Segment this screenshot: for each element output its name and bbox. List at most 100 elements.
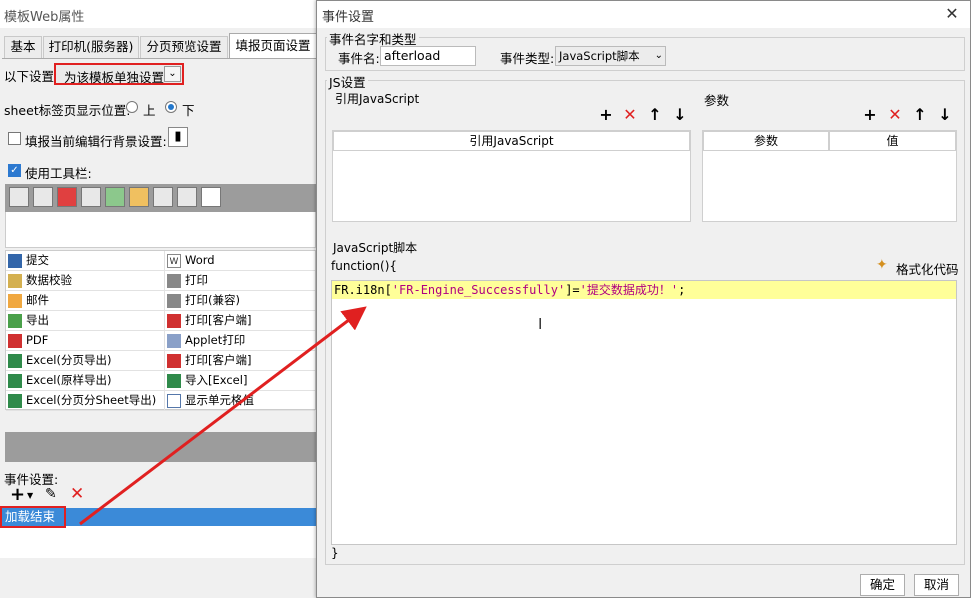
function-open: function(){ [331,259,398,273]
table-row[interactable]: Excel(原样导出) [6,371,164,391]
pdf-icon [8,334,22,348]
event-type-select[interactable]: JavaScript脚本 ⌄ [555,46,666,66]
chevron-down-icon[interactable]: ⌄ [655,47,663,65]
add-icon[interactable]: + [860,106,880,124]
js-settings-title: JS设置 [327,72,368,91]
sheet-position-label: sheet标签页显示位置: [4,103,131,118]
chevron-down-icon[interactable]: ▼ [27,491,33,500]
table-row[interactable]: 打印 [165,271,315,291]
close-icon[interactable]: ✕ [942,4,962,24]
radio-bottom[interactable] [165,101,177,113]
tab-page-preview[interactable]: 分页预览设置 [140,36,228,58]
broom-icon[interactable]: ✦ [876,257,888,273]
ref-js-header: 引用JavaScript [333,131,690,151]
event-type-label: 事件类型: [500,51,555,66]
buttons-col-right: W Word 打印 打印(兼容) 打印[客户端] Applet打印 打印[客户端]… [164,251,315,411]
tab-fill-page[interactable]: 填报页面设置 [229,33,317,59]
tab-basic[interactable]: 基本 [4,36,42,58]
check-icon[interactable] [33,187,53,207]
table-row[interactable]: 打印[客户端] [165,351,315,371]
delete-icon[interactable]: ✕ [885,106,905,124]
function-close: } [331,546,339,560]
email-icon[interactable] [129,187,149,207]
word-icon: W [167,254,181,268]
cell-value-icon[interactable] [201,187,221,207]
code-token-string: 'FR-Engine_Successfully' [391,283,566,297]
js-code-editor[interactable]: FR.i18n['FR-Engine_Successfully']='提交数据成… [331,280,957,545]
dialog-title-bar: 事件设置 ✕ [317,1,970,28]
table-row[interactable]: Applet打印 [165,331,315,351]
export-icon[interactable] [105,187,125,207]
params-header-value: 值 [829,131,956,151]
buttons-col-left: 提交 数据校验 邮件 导出 PDF Excel(分页导出) Excel(原样导出… [6,251,164,411]
params-table: 参数 值 [702,130,957,222]
table-row[interactable]: 导出 [6,311,164,331]
ref-js-label: 引用JavaScript [335,92,420,106]
code-token-string: '提交数据成功！' [579,283,679,297]
pdf-icon[interactable] [57,187,77,207]
import-icon[interactable] [177,187,197,207]
radio-bottom-label: 下 [182,103,195,118]
toolbar-preview [5,184,316,212]
table-row[interactable]: 邮件 [6,291,164,311]
params-label: 参数 [704,93,730,108]
arrow-down-icon[interactable]: ↓ [935,106,955,124]
check-icon [8,274,22,288]
settings-select[interactable]: 为该模板单独设置 ⌄ [54,63,184,85]
format-code-button[interactable]: 格式化代码 [896,259,959,278]
tab-divider [2,58,320,59]
chevron-down-icon[interactable]: ⌄ [164,66,181,82]
event-name-input[interactable]: afterload [380,46,476,66]
settings-select-value: 为该模板单独设置 [64,70,165,85]
arrow-up-icon[interactable]: ↑ [910,106,930,124]
table-row[interactable]: 导入[Excel] [165,371,315,391]
event-list: 加载结束 [0,506,316,558]
event-settings-dialog: 事件设置 ✕ 事件名字和类型 事件名: afterload 事件类型: Java… [316,0,971,598]
add-icon[interactable]: + [10,484,25,505]
event-item-label: 加载结束 [0,506,66,528]
structure-icon[interactable] [153,187,173,207]
save-icon [8,254,22,268]
tab-printer-server[interactable]: 打印机(服务器) [43,36,139,58]
code-line: FR.i18n['FR-Engine_Successfully']='提交数据成… [332,281,956,299]
excel-icon [8,374,22,388]
text-cursor-icon: I [538,315,543,333]
use-toolbar-label: 使用工具栏: [25,166,92,181]
paint-bucket-icon[interactable]: ▮ [168,127,188,147]
event-name-label: 事件名: [338,51,380,66]
delete-icon[interactable]: ✕ [70,484,84,504]
table-row[interactable]: 显示单元格值 [165,391,315,411]
email-icon [8,294,22,308]
cancel-button[interactable]: 取消 [914,574,959,596]
cell-value-icon [167,394,181,408]
list-item[interactable]: 加载结束 [0,506,316,528]
js-script-label: JavaScript脚本 [333,241,418,255]
add-icon[interactable]: + [596,106,616,124]
dialog-title: 事件设置 [322,10,375,25]
table-row[interactable]: Excel(分页导出) [6,351,164,371]
export-icon [8,314,22,328]
table-row[interactable]: W Word [165,251,315,271]
toolbar-buttons-table: 提交 数据校验 邮件 导出 PDF Excel(分页导出) Excel(原样导出… [5,250,316,411]
arrow-up-icon[interactable]: ↑ [645,106,665,124]
print-icon [167,294,181,308]
use-toolbar-checkbox[interactable]: ✓ [8,164,21,177]
table-row[interactable]: Excel(分页分Sheet导出) [6,391,164,411]
excel-icon [8,354,22,368]
table-row[interactable]: 打印(兼容) [165,291,315,311]
arrow-down-icon[interactable]: ↓ [670,106,690,124]
toolbar-strip-blank [5,212,316,248]
table-row[interactable]: 提交 [6,251,164,271]
table-row[interactable]: 打印[客户端] [165,311,315,331]
print-icon[interactable] [81,187,101,207]
print-icon [167,274,181,288]
edit-icon[interactable]: ✎ [45,486,57,502]
save-icon[interactable] [9,187,29,207]
ok-button[interactable]: 确定 [860,574,905,596]
delete-icon[interactable]: ✕ [620,106,640,124]
table-row[interactable]: PDF [6,331,164,351]
bg-setting-checkbox[interactable] [8,132,21,145]
radio-top[interactable] [126,101,138,113]
table-row[interactable]: 数据校验 [6,271,164,291]
bg-setting-label: 填报当前编辑行背景设置: [25,134,167,149]
